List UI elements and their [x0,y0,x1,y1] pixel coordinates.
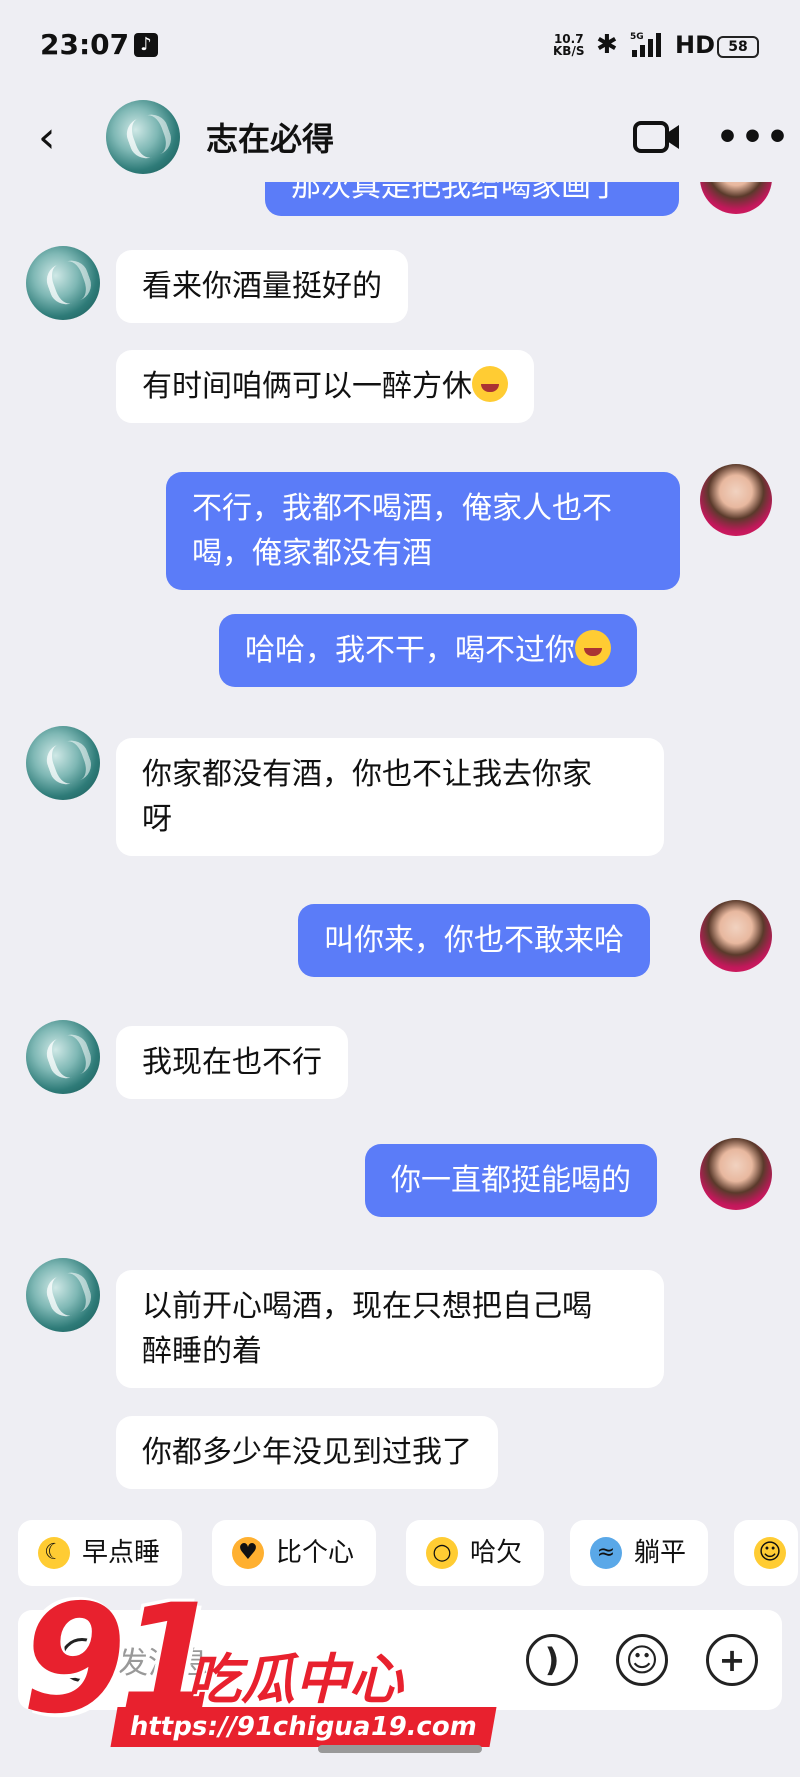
hd-indicator: HD [675,31,716,59]
friend-avatar[interactable] [26,1020,100,1094]
message-bubble-out[interactable]: 你一直都挺能喝的 [365,1144,657,1217]
message-bubble-in[interactable]: 我现在也不行 [116,1026,348,1099]
sleep-emoji-icon: ☾ [38,1537,70,1569]
message-bubble-in[interactable]: 以前开心喝酒，现在只想把自己喝 醉睡的着 [116,1270,664,1388]
message-bubble-out[interactable]: 那次真是把我给喝家画了 [265,182,679,216]
message-bubble-in[interactable]: 看来你酒量挺好的 [116,250,408,323]
watermark-url: https://91chigua19.com [110,1707,497,1747]
battery-icon: 58 [717,36,759,58]
bluetooth-icon: ✱ [596,30,618,60]
home-indicator[interactable] [318,1745,482,1753]
heart-chick-icon: ♥ [232,1537,264,1569]
video-call-icon[interactable] [633,117,681,157]
laughing-crying-emoji-icon [472,366,508,402]
emoji-icon: ☺ [754,1537,786,1569]
contact-avatar[interactable] [106,100,180,174]
voice-message-icon[interactable]: ) [526,1634,578,1686]
lie-flat-icon: ≈ [590,1537,622,1569]
chip-more[interactable]: ☺ [734,1520,798,1586]
chip-yawn[interactable]: ○ 哈欠 [406,1520,545,1586]
watermark-logo: 91 吃瓜中心 https://91chigua19.com [22,1585,497,1757]
message-bubble-out[interactable]: 叫你来，你也不敢来哈 [298,904,650,977]
add-attachment-icon[interactable]: + [706,1634,758,1686]
svg-text:5G: 5G [630,32,644,42]
friend-avatar[interactable] [26,246,100,320]
chip-heart[interactable]: ♥ 比个心 [212,1520,377,1586]
message-bubble-in[interactable]: 你家都没有酒，你也不让我去你家呀 [116,738,664,856]
chip-lie-flat[interactable]: ≈ 躺平 [570,1520,709,1586]
chat-messages: 那次真是把我给喝家画了 看来你酒量挺好的 有时间咱俩可以一醉方休 不行，我都不喝… [0,182,800,1512]
message-bubble-in[interactable]: 你都多少年没见到过我了 [116,1416,498,1489]
my-avatar[interactable] [700,900,772,972]
emoji-picker-icon[interactable]: ☺ [616,1634,668,1686]
net-speed: 10.7 KB/S [553,32,585,58]
my-avatar[interactable] [700,1138,772,1210]
back-arrow-icon[interactable]: ‹ [38,112,56,163]
grinning-emoji-icon [575,630,611,666]
message-bubble-in[interactable]: 有时间咱俩可以一醉方休 [116,350,534,423]
my-avatar[interactable] [700,464,772,536]
signal-icon: 5G [630,32,661,57]
friend-avatar[interactable] [26,726,100,800]
chat-header: ‹ 志在必得 ••• [0,92,800,182]
my-avatar[interactable] [700,182,772,214]
tiktok-icon: ♪ [134,33,158,57]
message-bubble-out[interactable]: 哈哈，我不干，喝不过你 [219,614,637,687]
status-time: 23:07 [40,28,130,61]
status-bar: 23:07 ♪ 10.7 KB/S ✱ 5G HD 58 [0,0,800,92]
watermark-name: 吃瓜中心 [187,1648,403,1711]
more-options-icon[interactable]: ••• [716,117,791,158]
friend-avatar[interactable] [26,1258,100,1332]
yawn-emoji-icon: ○ [426,1537,458,1569]
message-bubble-out[interactable]: 不行，我都不喝酒，俺家人也不 喝，俺家都没有酒 [166,472,680,590]
contact-name: 志在必得 [206,120,335,158]
